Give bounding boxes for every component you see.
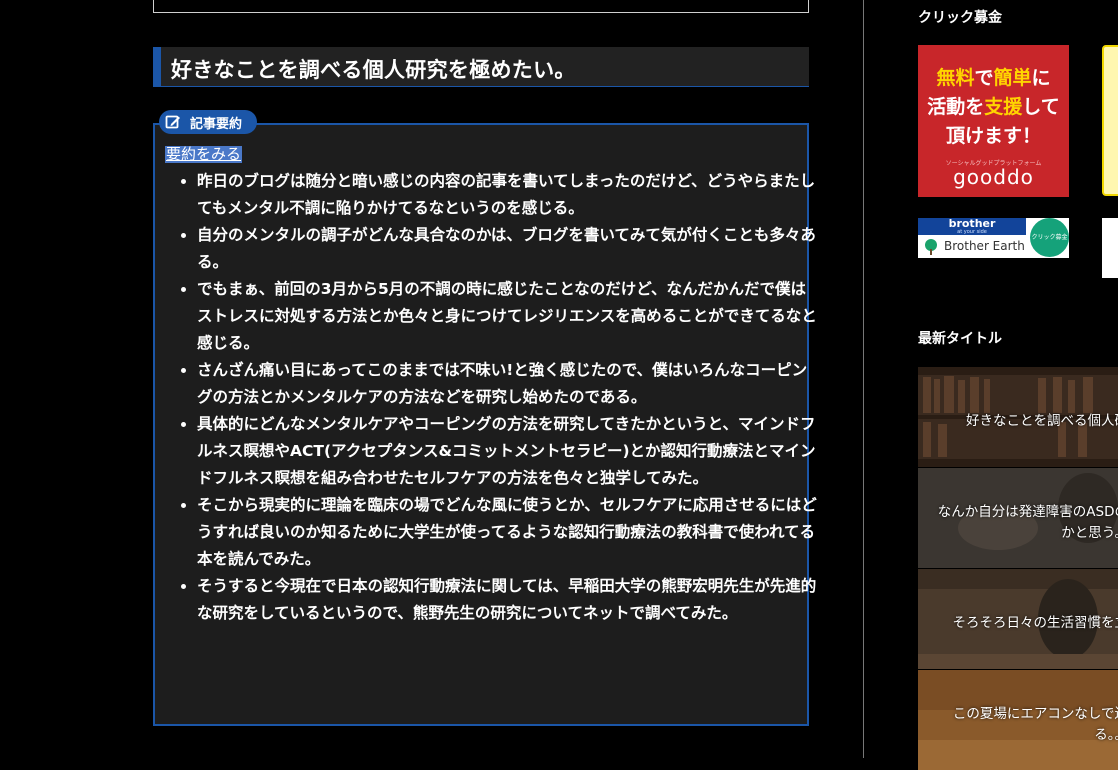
gooddo-highlight: 簡単: [993, 67, 1032, 89]
post-card[interactable]: 好きなことを調べる個人研: [918, 367, 1118, 467]
gooddo-text: して: [1022, 96, 1060, 118]
gooddo-highlight: 支援: [984, 96, 1023, 118]
gooddo-logo: gooddo: [953, 165, 1034, 189]
post-card[interactable]: この夏場にエアコンなしで過 る。。: [918, 670, 1118, 770]
summary-item: 具体的にどんなメンタルケアやコーピングの方法を研究してきたかというと、マインドフ…: [197, 411, 821, 492]
summary-label-badge: 記事要約: [159, 110, 257, 134]
gooddo-line3: 頂けます！: [945, 125, 1041, 147]
edit-pen-icon: [165, 115, 180, 129]
post-title: なんか自分は発達障害のASDの: [937, 504, 1118, 520]
summary-item: 昨日のブログは随分と暗い感じの内容の記事を書いてしまったのだけど、どうやらまたし…: [197, 168, 821, 222]
post-title: る。。: [1094, 727, 1118, 743]
post-title: そろそろ日々の生活習慣を立: [952, 615, 1118, 631]
summary-item: 自分のメンタルの調子がどんな具合なのかは、ブログを書いてみて気が付くことも多々あ…: [197, 222, 821, 276]
post-title: 好きなことを調べる個人研: [966, 413, 1118, 429]
post-title: この夏場にエアコンなしで過: [952, 706, 1118, 722]
summary-list: 昨日のブログは随分と暗い感じの内容の記事を書いてしまったのだけど、どうやらまたし…: [173, 168, 821, 627]
post-title: かと思う。: [1061, 525, 1118, 541]
gooddo-text: で: [974, 67, 994, 89]
gooddo-line2: 活動を支援して: [918, 92, 1069, 119]
summary-item: でもまぁ、前回の3月から5月の不調の時に感じたことなのだけど、なんだかんだで僕は…: [197, 276, 821, 357]
partial-white-banner[interactable]: [1102, 218, 1118, 278]
sidebar-divider: [863, 0, 864, 758]
post-card[interactable]: なんか自分は発達障害のASDの かと思う。: [918, 468, 1118, 568]
gooddo-line1: 無料で簡単に: [918, 63, 1069, 90]
tree-icon: [925, 239, 937, 255]
donation-heading: クリック募金: [918, 10, 1002, 26]
gooddo-text: に: [1031, 67, 1051, 89]
brother-earth-banner[interactable]: brother at your side Brother Earth クリック募…: [918, 218, 1069, 258]
previous-content-box: [153, 0, 809, 13]
summary-toggle-link[interactable]: 要約をみる: [165, 146, 243, 163]
summary-label-text: 記事要約: [190, 116, 243, 132]
post-card[interactable]: そろそろ日々の生活習慣を立: [918, 569, 1118, 669]
gooddo-donation-banner[interactable]: 無料で簡単に 活動を支援して 頂けます！ ソーシャルグッドプラットフォーム go…: [918, 45, 1069, 197]
brother-tagline: at your side: [957, 229, 987, 235]
summary-item: さんざん痛い目にあってこのままでは不味い!と強く感じたので、僕はいろんなコーピン…: [197, 357, 821, 411]
article-heading: 好きなことを調べる個人研究を極めたい。: [153, 47, 809, 87]
gooddo-text: 活動を: [927, 96, 985, 118]
summary-item: そうすると今現在で日本の認知行動療法に関しては、早稲田大学の熊野宏明先生が先進的…: [197, 573, 821, 627]
summary-item: そこから現実的に理論を臨床の場でどんな風に使うとか、セルフケアに応用させるにはど…: [197, 492, 821, 573]
brother-earth-text: Brother Earth: [944, 239, 1025, 253]
click-donation-badge: クリック募金: [1030, 218, 1069, 257]
partial-yellow-banner[interactable]: [1102, 45, 1118, 196]
article-heading-text: 好きなことを調べる個人研究を極めたい。: [171, 58, 576, 82]
latest-titles-heading: 最新タイトル: [918, 331, 1002, 347]
gooddo-highlight: 無料: [936, 67, 975, 89]
